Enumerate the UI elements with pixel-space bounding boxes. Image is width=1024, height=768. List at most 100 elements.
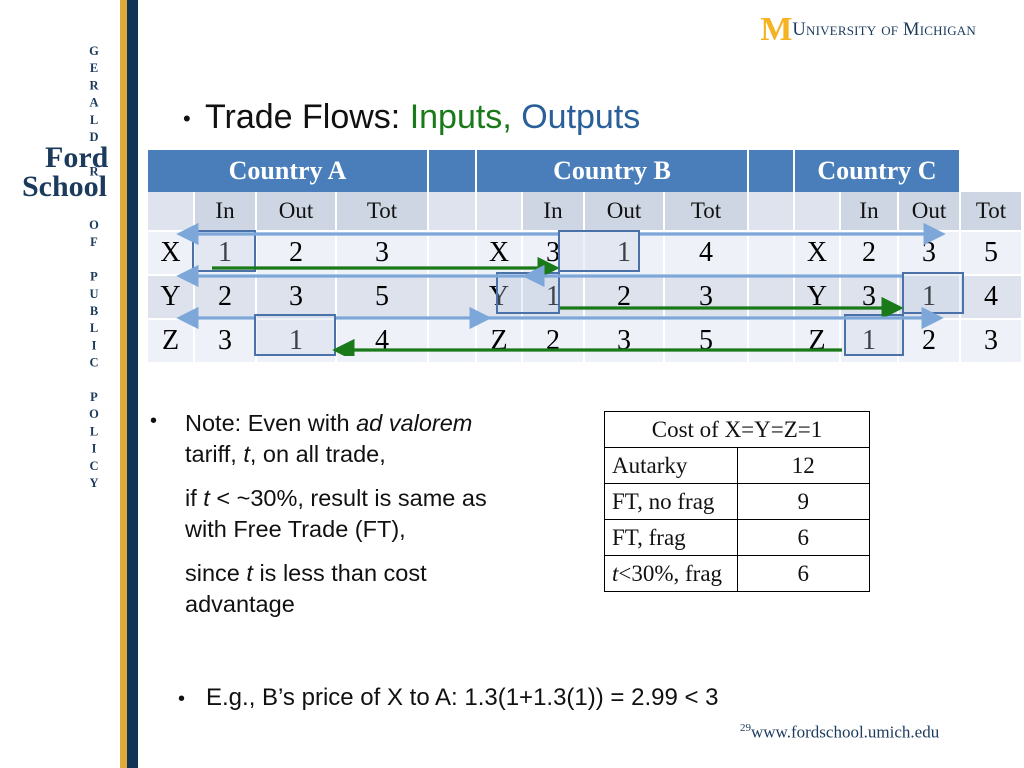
example-bullet-icon: • bbox=[178, 688, 186, 710]
cell-c-y-out: 1 bbox=[898, 275, 961, 320]
note-line-3: if t < ~30%, result is same as bbox=[185, 483, 590, 514]
footer-url: www.fordschool.umich.edu bbox=[751, 722, 940, 742]
row-x-label-c: X bbox=[794, 231, 841, 276]
subheader-a-tot: Tot bbox=[336, 192, 429, 232]
row-x-label-a: X bbox=[148, 231, 195, 276]
subheader-c-tot: Tot bbox=[960, 192, 1023, 232]
note-line-6: advantage bbox=[185, 591, 295, 617]
cell-a-y-in: 2 bbox=[194, 275, 257, 320]
subheader-a-out: Out bbox=[256, 192, 337, 232]
table-subheader-row: In Out Tot In Out Tot In Out Tot bbox=[148, 192, 1023, 232]
cell-c-z-in: 1 bbox=[840, 319, 899, 364]
cell-a-x-tot: 3 bbox=[336, 231, 429, 276]
cell-b-z-in: 2 bbox=[522, 319, 585, 364]
slide-footer: 29www.fordschool.umich.edu bbox=[740, 722, 939, 743]
title-outputs-text: Outputs bbox=[521, 98, 641, 136]
note-line-1-text: Note: Even with bbox=[185, 410, 357, 436]
row-y-label-a: Y bbox=[148, 275, 195, 320]
row-gap-1-z bbox=[428, 319, 477, 364]
cell-a-y-out: 3 bbox=[256, 275, 337, 320]
cost-row-tariff-value: 6 bbox=[736, 555, 870, 592]
note-line-5-a: since bbox=[185, 560, 247, 586]
note-line-5: since t is less than cost bbox=[185, 558, 590, 589]
country-b-header: Country B bbox=[476, 150, 749, 192]
cost-row-tariff-text: <30%, frag bbox=[618, 560, 723, 586]
cell-c-y-tot: 4 bbox=[960, 275, 1023, 320]
note-bullet-icon: • bbox=[150, 410, 158, 432]
cell-c-x-tot: 5 bbox=[960, 231, 1023, 276]
row-y-label-b: Y bbox=[476, 275, 523, 320]
cell-b-x-tot: 4 bbox=[664, 231, 749, 276]
country-a-header: Country A bbox=[148, 150, 429, 192]
table-header-row: Country A Country B Country C bbox=[148, 150, 1022, 192]
header-gap-2 bbox=[748, 150, 795, 192]
table-row: FT, frag 6 bbox=[604, 519, 870, 556]
cost-row-tariff-label: t<30%, frag bbox=[604, 555, 738, 592]
cell-c-y-in: 3 bbox=[840, 275, 899, 320]
row-z-label-b: Z bbox=[476, 319, 523, 364]
title-bullet-icon: • bbox=[183, 106, 191, 132]
subheader-c-out: Out bbox=[898, 192, 961, 232]
cost-table-header: Cost of X=Y=Z=1 bbox=[604, 411, 870, 448]
note-line-5-b: is less than cost bbox=[252, 560, 427, 586]
cell-b-y-tot: 3 bbox=[664, 275, 749, 320]
cell-c-x-out: 3 bbox=[898, 231, 961, 276]
note-line-4: with Free Trade (FT), bbox=[185, 516, 406, 542]
table-row: Autarky 12 bbox=[604, 447, 870, 484]
university-of-michigan-label: University of Michigan bbox=[792, 19, 976, 40]
cost-row-ft-frag-value: 6 bbox=[736, 519, 870, 556]
trade-flows-table: Country A Country B Country C In Out Tot… bbox=[148, 150, 1023, 364]
note-ad-valorem: ad valorem bbox=[356, 410, 473, 436]
subheader-a-in: In bbox=[194, 192, 257, 232]
michigan-m-icon: M bbox=[760, 11, 792, 48]
subheader-c-in: In bbox=[840, 192, 899, 232]
country-c-header: Country C bbox=[794, 150, 961, 192]
cell-a-z-in: 3 bbox=[194, 319, 257, 364]
header-gap-1 bbox=[428, 150, 477, 192]
cell-b-x-out: 1 bbox=[584, 231, 665, 276]
row-y-label-c: Y bbox=[794, 275, 841, 320]
gold-accent-bar bbox=[120, 0, 127, 768]
cost-row-ft-nofrag-value: 9 bbox=[736, 483, 870, 520]
brand-ford-text: Ford bbox=[45, 141, 109, 174]
table-row: t<30%, frag 6 bbox=[604, 555, 870, 592]
subheader-b-tot: Tot bbox=[664, 192, 749, 232]
cost-row-ft-nofrag-label: FT, no frag bbox=[604, 483, 738, 520]
table-row: Y 2 3 5 Y 1 2 3 Y 3 1 4 bbox=[148, 275, 1023, 320]
cost-row-ft-frag-label: FT, frag bbox=[604, 519, 738, 556]
cell-a-x-in: 1 bbox=[194, 231, 257, 276]
cell-b-x-in: 3 bbox=[522, 231, 585, 276]
university-of-michigan-logo: M University of Michigan bbox=[760, 11, 976, 48]
cell-a-z-tot: 4 bbox=[336, 319, 429, 364]
table-row: Z 3 1 4 Z 2 3 5 Z 1 2 3 bbox=[148, 319, 1023, 364]
row-z-label-c: Z bbox=[794, 319, 841, 364]
branding-rail: GERALD R. Ford School OF PUBLIC POLICY bbox=[0, 0, 150, 768]
cost-row-autarky-value: 12 bbox=[736, 447, 870, 484]
cell-a-z-out: 1 bbox=[256, 319, 337, 364]
subheader-gap-1 bbox=[428, 192, 477, 232]
row-z-label-a: Z bbox=[148, 319, 195, 364]
cell-a-x-out: 2 bbox=[256, 231, 337, 276]
cell-c-z-tot: 3 bbox=[960, 319, 1023, 364]
cost-row-autarky-label: Autarky bbox=[604, 447, 738, 484]
cost-summary-table: Cost of X=Y=Z=1 Autarky 12 FT, no frag 9… bbox=[604, 411, 870, 592]
brand-school-text: School bbox=[22, 170, 108, 203]
table-row: FT, no frag 9 bbox=[604, 483, 870, 520]
subheader-b-out: Out bbox=[584, 192, 665, 232]
navy-accent-bar bbox=[127, 0, 138, 768]
row-x-label-b: X bbox=[476, 231, 523, 276]
title-inputs-text: Inputs bbox=[409, 98, 503, 136]
note-line-2: tariff, t, on all trade, bbox=[185, 439, 590, 470]
cost-header-row: Cost of X=Y=Z=1 bbox=[604, 411, 870, 448]
subheader-blank-a bbox=[148, 192, 195, 232]
note-line-2-a: tariff, bbox=[185, 441, 244, 467]
brand-public-policy-text: OF PUBLIC POLICY bbox=[87, 218, 101, 494]
note-line-1: Note: Even with ad valorem bbox=[185, 408, 590, 439]
note-line-3-a: if bbox=[185, 485, 204, 511]
subheader-gap-2 bbox=[748, 192, 795, 232]
table-row: X 1 2 3 X 3 1 4 X 2 3 5 bbox=[148, 231, 1023, 276]
row-gap-1-x bbox=[428, 231, 477, 276]
cell-a-y-tot: 5 bbox=[336, 275, 429, 320]
cell-b-z-tot: 5 bbox=[664, 319, 749, 364]
note-bullet-item: • Note: Even with ad valorem tariff, t, … bbox=[150, 408, 590, 620]
